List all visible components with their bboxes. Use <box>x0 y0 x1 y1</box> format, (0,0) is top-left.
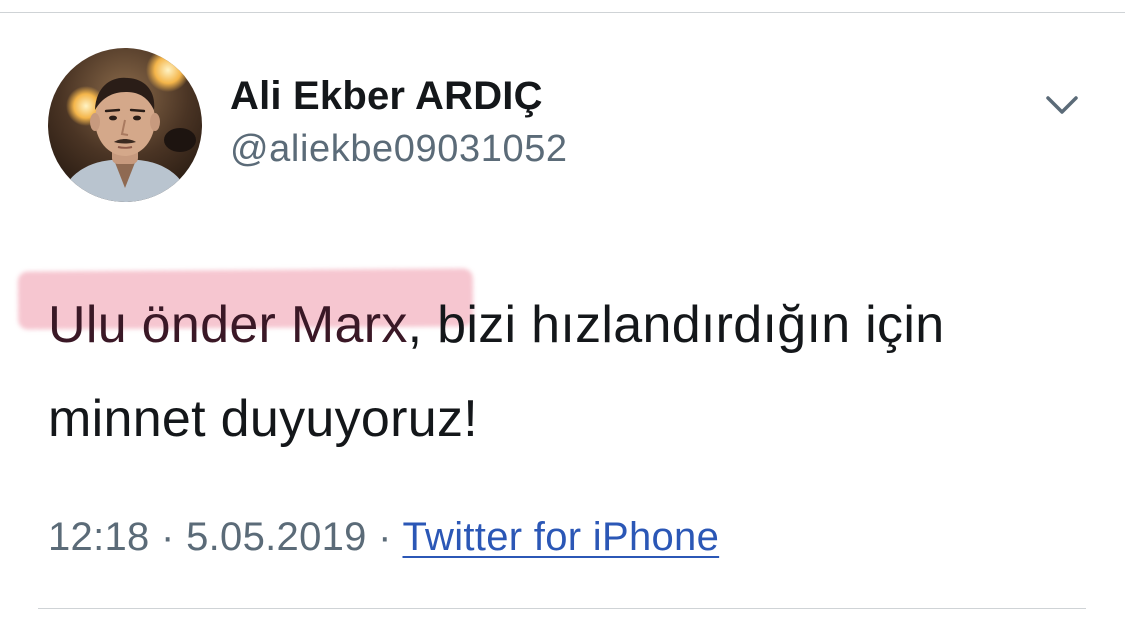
meta-separator: · <box>378 515 392 559</box>
avatar-photo <box>48 48 202 202</box>
tweet-card: Ali Ekber ARDIÇ @aliekbe09031052 Ulu önd… <box>0 0 1125 625</box>
author-handle[interactable]: @aliekbe09031052 <box>230 128 568 171</box>
tweet-options-button[interactable] <box>1040 88 1084 124</box>
author-name[interactable]: Ali Ekber ARDIÇ <box>230 74 543 119</box>
highlighted-phrase: Ulu önder Marx <box>48 296 408 354</box>
meta-separator: · <box>161 515 175 559</box>
avatar[interactable] <box>48 48 202 202</box>
tweet-date: 5.05.2019 <box>186 515 367 559</box>
tweet-time: 12:18 <box>48 515 150 559</box>
tweet-source-link[interactable]: Twitter for iPhone <box>402 515 719 559</box>
top-divider <box>0 12 1125 13</box>
tweet-text: Ulu önder Marx, bizi hızlandırdığın için… <box>48 278 1098 466</box>
bottom-divider <box>38 608 1086 609</box>
tweet-meta: 12:18 · 5.05.2019 · Twitter for iPhone <box>48 515 719 560</box>
chevron-down-icon <box>1046 96 1078 114</box>
